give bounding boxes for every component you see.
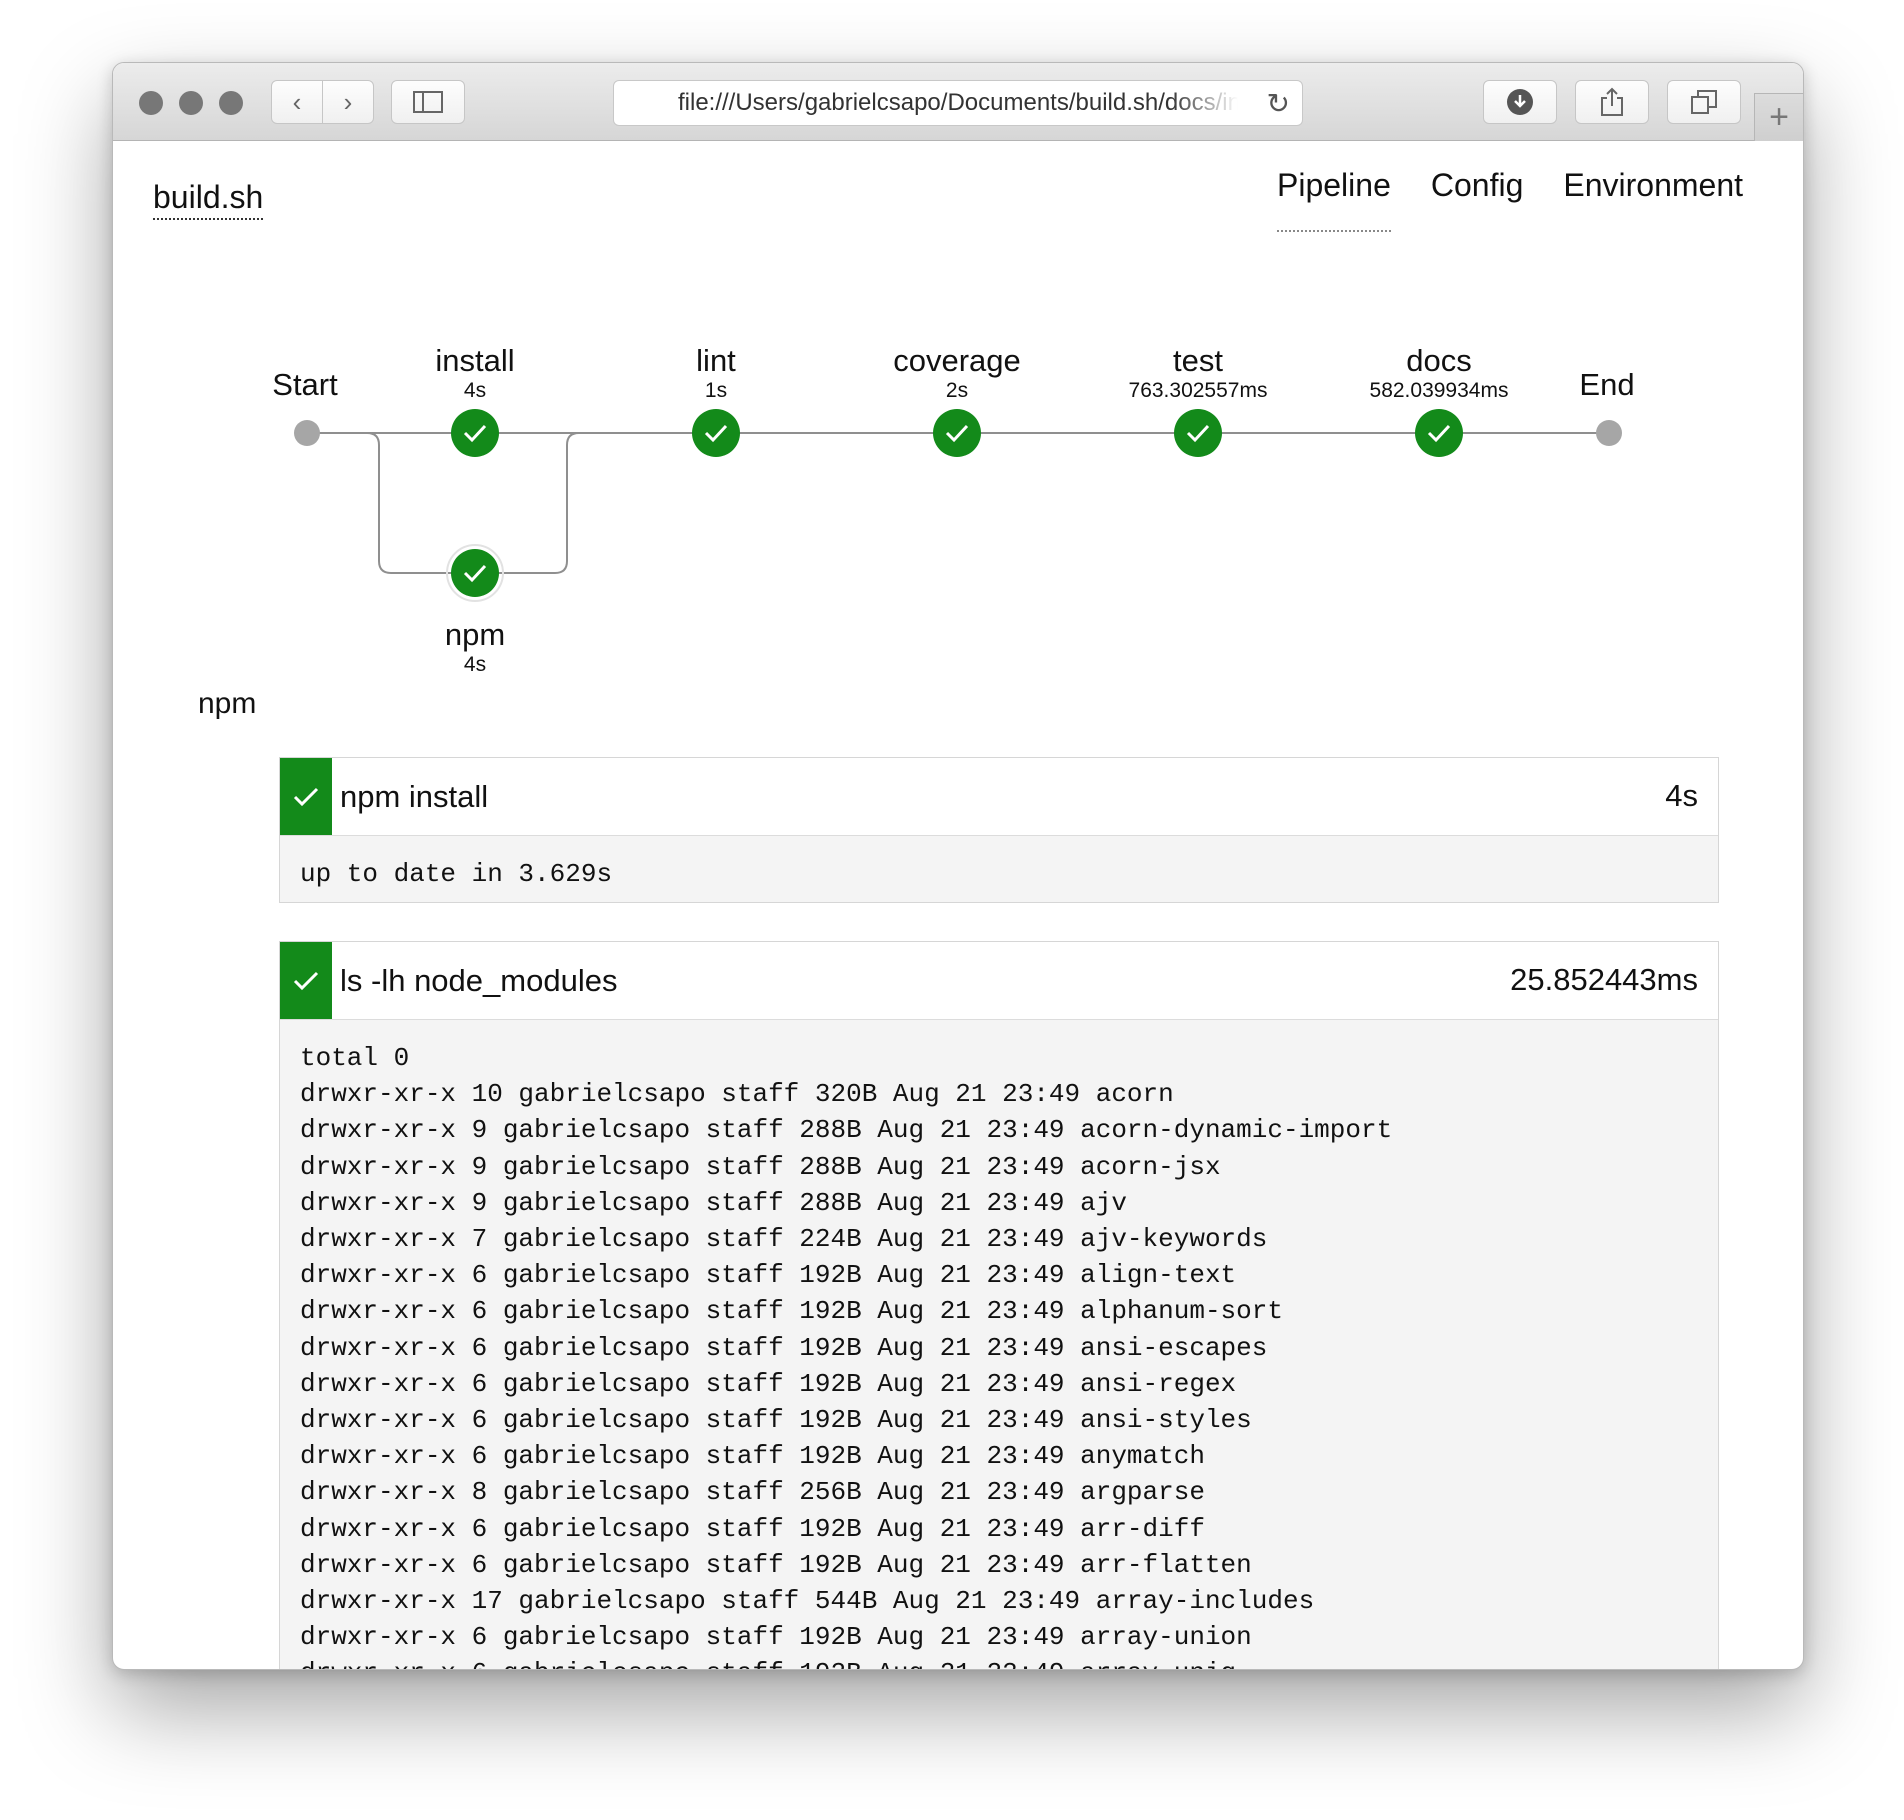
output-line: drwxr-xr-x 6 gabrielcsapo staff 192B Aug… [300,1260,1237,1291]
output-line: drwxr-xr-x 6 gabrielcsapo staff 192B Aug… [300,1622,1252,1653]
stage-coverage[interactable]: coverage 2s [893,343,1021,457]
output-line: drwxr-xr-x 8 gabrielcsapo staff 256B Aug… [300,1477,1205,1508]
zoom-window-button[interactable] [219,91,243,115]
stage-status-circle [933,409,981,457]
sidebar-icon [413,91,443,113]
stage-duration: 763.302557ms [1129,379,1268,402]
stage-duration: 582.039934ms [1370,379,1509,402]
step-command: ls -lh node_modules [340,962,618,998]
step-status-badge [280,758,332,835]
step-header[interactable]: ls -lh node_modules 25.852443ms [280,942,1718,1020]
browser-toolbar: ‹ › file:///Users/gabrielcsapo/Documents… [113,63,1803,141]
stage-duration: 4s [464,653,486,676]
stage-status-circle [451,549,499,597]
step-status-badge [280,942,332,1019]
stage-status-circle [692,409,740,457]
end-label: End [1579,367,1634,402]
step-command: npm install [340,778,489,814]
back-button[interactable]: ‹ [271,80,323,124]
browser-window: ‹ › file:///Users/gabrielcsapo/Documents… [112,62,1804,1670]
close-window-button[interactable] [139,91,163,115]
sidebar-button[interactable] [391,80,465,124]
new-tab-button[interactable]: + [1754,93,1803,141]
downloads-button[interactable] [1483,80,1557,124]
output-line: drwxr-xr-x 6 gabrielcsapo staff 192B Aug… [300,1549,1252,1580]
stage-name: docs [1406,343,1471,378]
output-line: drwxr-xr-x 7 gabrielcsapo staff 224B Aug… [300,1224,1268,1255]
stage-name: lint [696,343,736,378]
stage-status-circle [451,409,499,457]
stage-test[interactable]: test 763.302557ms [1129,343,1268,457]
output-line: drwxr-xr-x 9 gabrielcsapo staff 288B Aug… [300,1187,1127,1218]
pipeline-graph: Start install 4s npm 4s lint 1s coverage… [272,343,1634,676]
forward-button[interactable]: › [322,80,374,124]
stage-duration: 1s [705,379,727,402]
stage-lint[interactable]: lint 1s [692,343,740,457]
step-duration: 25.852443ms [1510,962,1698,997]
output-line: drwxr-xr-x 6 gabrielcsapo staff 192B Aug… [300,1441,1205,1472]
stage-docs[interactable]: docs 582.039934ms [1370,343,1509,457]
pipeline-branch-line [307,432,580,574]
start-node [294,420,320,446]
stage-duration: 2s [946,379,968,402]
output-line: drwxr-xr-x 6 gabrielcsapo staff 192B Aug… [300,1405,1252,1436]
output-line: drwxr-xr-x 9 gabrielcsapo staff 288B Aug… [300,1115,1393,1146]
output-line: drwxr-xr-x 9 gabrielcsapo staff 288B Aug… [300,1151,1221,1182]
chevron-right-icon: › [343,86,353,117]
stage-status-circle [1415,409,1463,457]
stage-name: npm [445,617,505,652]
share-button[interactable] [1575,80,1649,124]
tabs-icon [1691,90,1717,114]
step-card: ls -lh node_modules 25.852443ms total 0 d… [279,941,1719,1669]
step-output: total 0 drwxr-xr-x 10 gabrielcsapo staff … [280,1020,1718,1669]
end-node [1596,420,1622,446]
download-icon [1507,89,1533,115]
plus-icon: + [1769,98,1789,136]
page-content: build.sh Pipeline Config Environment Sta… [113,141,1803,1669]
output-line: up to date in 3.629s [300,859,613,889]
output-line: total 0 [300,1043,410,1073]
check-icon [293,971,319,990]
selected-stage-title: npm [198,687,257,720]
stage-name: test [1173,343,1223,378]
stage-status-circle [1174,409,1222,457]
output-line: drwxr-xr-x 6 gabrielcsapo staff 192B Aug… [300,1655,1698,1669]
step-card: npm install 4s up to date in 3.629s [279,757,1719,904]
output-line: drwxr-xr-x 17 gabrielcsapo staff 544B Au… [300,1586,1315,1617]
check-icon [293,787,319,806]
stage-name: install [435,343,514,378]
chevron-left-icon: ‹ [292,86,302,117]
stage-install[interactable]: install 4s [435,343,515,457]
stage-npm[interactable]: npm 4s [445,544,505,676]
stage-name: coverage [893,343,1021,378]
share-icon [1601,87,1623,116]
address-bar[interactable]: file:///Users/gabrielcsapo/Documents/bui… [613,80,1303,126]
output-line: drwxr-xr-x 6 gabrielcsapo staff 192B Aug… [300,1332,1268,1363]
tabs-overview-button[interactable] [1667,80,1741,124]
output-line: drwxr-xr-x 6 gabrielcsapo staff 192B Aug… [300,1513,1205,1544]
output-line: drwxr-xr-x 10 gabrielcsapo staff 320B Au… [300,1079,1174,1110]
output-line: drwxr-xr-x 6 gabrielcsapo staff 192B Aug… [300,1368,1237,1399]
step-output: up to date in 3.629s [280,836,1718,902]
step-header[interactable]: npm install 4s [280,758,1718,836]
reload-icon[interactable]: ↻ [1267,87,1290,120]
start-label: Start [272,367,338,402]
minimize-window-button[interactable] [179,91,203,115]
output-line: drwxr-xr-x 6 gabrielcsapo staff 192B Aug… [300,1296,1283,1327]
stage-duration: 4s [464,379,486,402]
url-text: file:///Users/gabrielcsapo/Documents/bui… [678,89,1238,116]
step-duration: 4s [1665,778,1698,813]
